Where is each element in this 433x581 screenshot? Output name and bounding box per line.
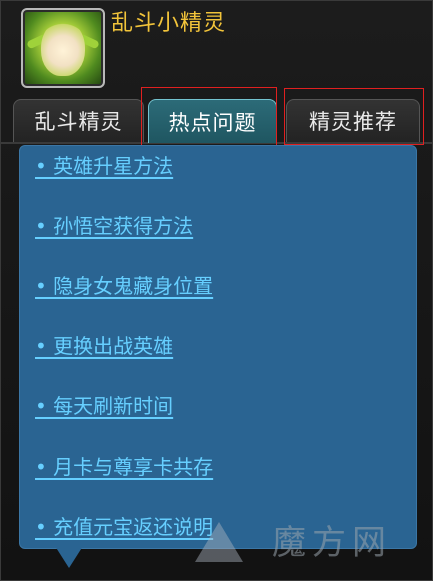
list-item[interactable]: • 每天刷新时间 [35,390,173,419]
list-item[interactable]: • 月卡与尊享卡共存 [35,451,213,480]
list-item[interactable]: • 更换出战英雄 [35,330,173,359]
watermark-text: 魔方网 [272,523,392,563]
tab-brawl-elf[interactable]: 乱斗精灵 [13,99,144,142]
panel-pointer [55,546,83,568]
list-item[interactable]: • 隐身女鬼藏身位置 [35,270,213,299]
elf-avatar-icon [21,8,105,88]
app-title: 乱斗小精灵 [111,11,227,36]
list-item[interactable]: • 孙悟空获得方法 [35,210,193,239]
list-item[interactable]: • 英雄升星方法 [35,150,173,179]
watermark: 魔方网 [190,515,392,564]
tab-elf-recommend[interactable]: 精灵推荐 [286,99,420,142]
tab-hot-questions[interactable]: 热点问题 [148,99,277,143]
list-item[interactable]: • 充值元宝返还说明 [35,511,213,540]
